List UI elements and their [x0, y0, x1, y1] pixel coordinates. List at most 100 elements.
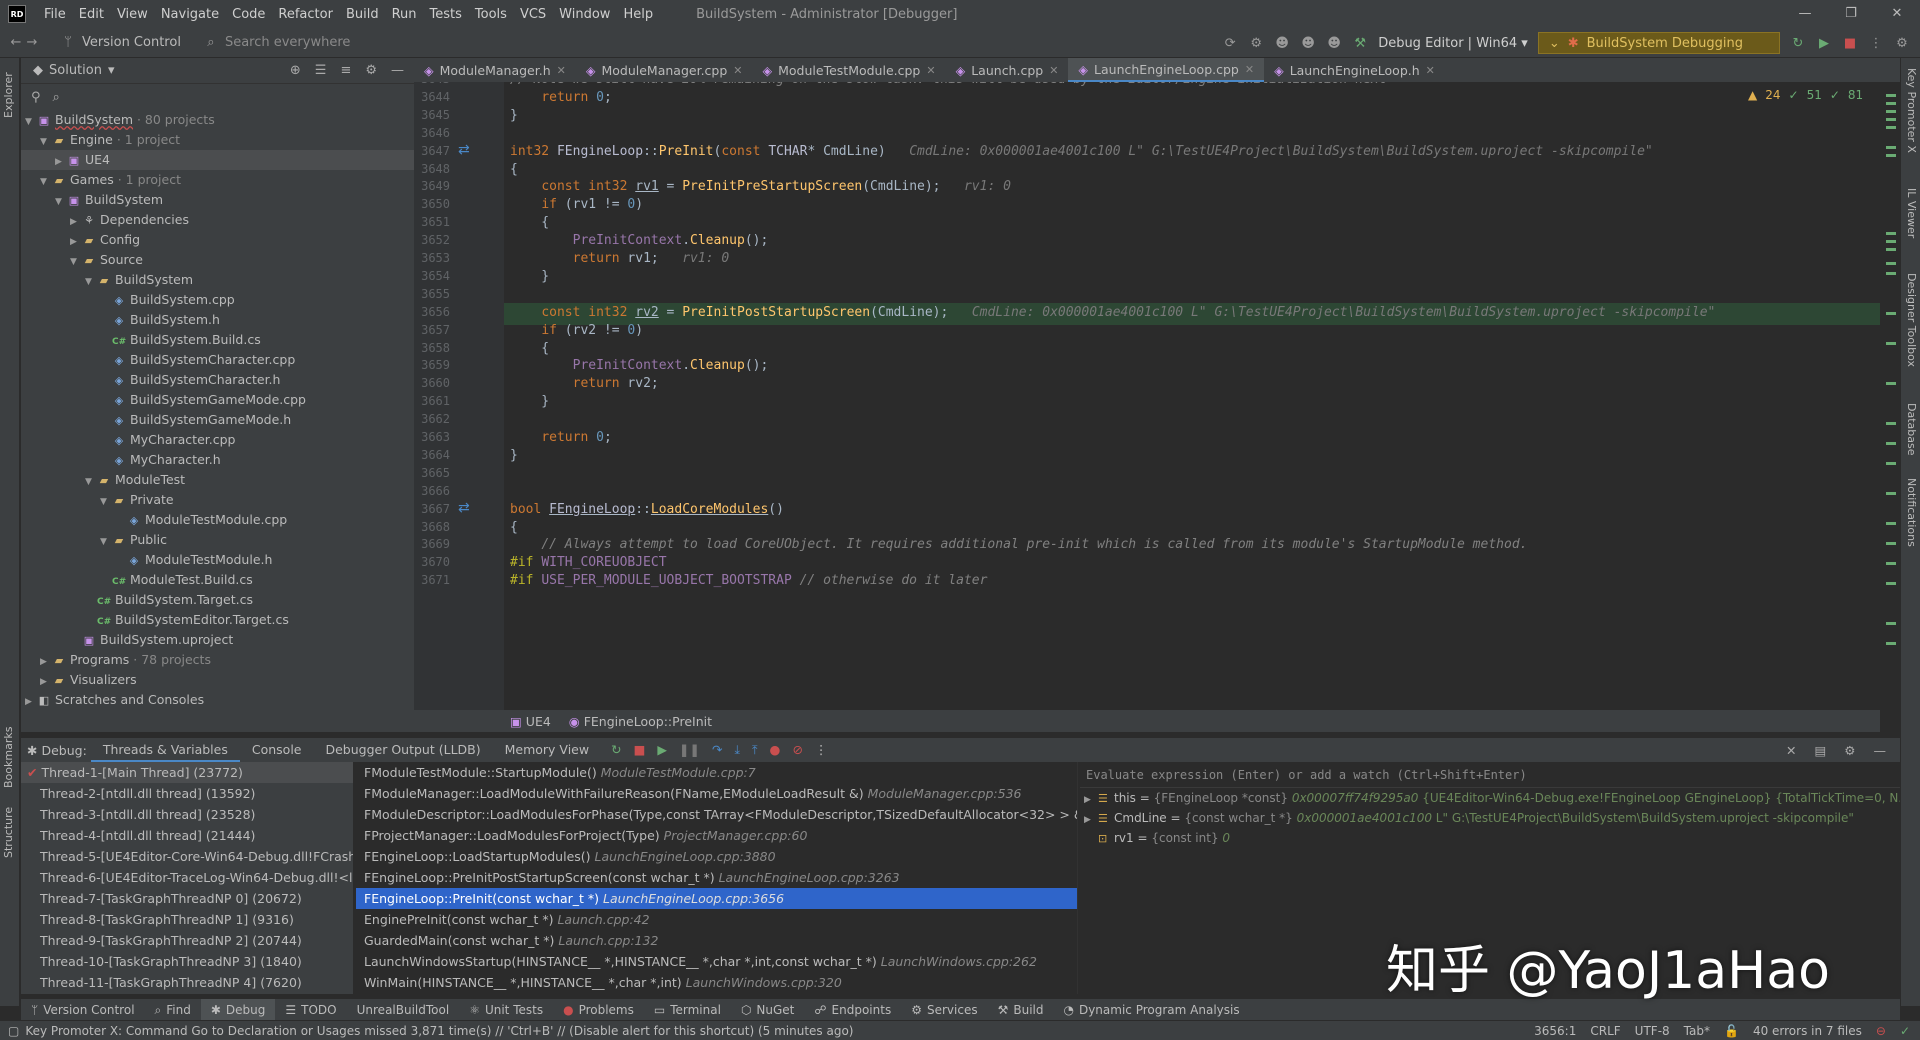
caret-position[interactable]: 3656:1: [1534, 1024, 1576, 1038]
tree-item[interactable]: ▶ ▰ Programs · 78 projects: [21, 650, 414, 670]
code-line[interactable]: return rv1; rv1: 0: [510, 251, 730, 266]
stack-frame[interactable]: FEngineLoop::PreInitPostStartupScreen(co…: [356, 867, 1077, 888]
stripe-marker[interactable]: [1886, 146, 1896, 149]
code-line[interactable]: {: [510, 215, 549, 230]
rerun-icon[interactable]: ↻: [1790, 35, 1806, 51]
code-line[interactable]: // Note we still have 20% remaining on t…: [510, 82, 1387, 87]
line-number[interactable]: 3656: [414, 305, 450, 319]
resume-icon[interactable]: ▶: [657, 742, 667, 758]
tree-item[interactable]: ▶ ◧ Scratches and Consoles: [21, 690, 414, 710]
line-number[interactable]: 3648: [414, 162, 450, 176]
chevron-down-icon[interactable]: ▼: [85, 272, 97, 292]
chevron-down-icon[interactable]: ▼: [70, 252, 82, 272]
chevron-down-icon[interactable]: ▾: [108, 63, 115, 78]
close-tab-icon[interactable]: ✕: [557, 64, 566, 77]
robot-icon[interactable]: ☻: [1274, 35, 1290, 51]
tool-tab-services[interactable]: ⚙ Services: [901, 999, 987, 1021]
explorer-tool-tab[interactable]: Explorer: [2, 72, 15, 118]
editor-tab[interactable]: ◈ LaunchEngineLoop.h ✕: [1264, 58, 1445, 82]
thread-item[interactable]: Thread-6-[UE4Editor-TraceLog-Win64-Debug…: [21, 867, 353, 888]
collapse-all-icon[interactable]: ≡: [340, 63, 351, 78]
il-viewer-tool-tab[interactable]: IL Viewer: [1905, 188, 1918, 238]
code-line[interactable]: }: [510, 448, 518, 463]
error-icon[interactable]: ⊖: [1876, 1024, 1886, 1038]
search-icon[interactable]: ⌕: [53, 90, 60, 105]
version-control-widget[interactable]: ᛘ Version Control: [60, 35, 181, 51]
thread-item[interactable]: Thread-11-[TaskGraphThreadNP 4] (7620): [21, 972, 353, 993]
variable-row[interactable]: ▶ ☰ this = {FEngineLoop *const} 0x00007ff7…: [1080, 788, 1900, 808]
line-number[interactable]: 3653: [414, 251, 450, 265]
editor-tab[interactable]: ◈ ModuleManager.cpp ✕: [576, 58, 753, 82]
tree-item[interactable]: ▶ ⚘ Dependencies: [21, 210, 414, 230]
stack-frame[interactable]: GuardedMain(const wchar_t *) Launch.cpp:…: [356, 930, 1077, 951]
robot2-icon[interactable]: ☻: [1300, 35, 1316, 51]
close-tab-icon[interactable]: ✕: [1049, 64, 1058, 77]
menu-refactor[interactable]: Refactor: [278, 7, 333, 22]
chevron-right-icon[interactable]: ▶: [40, 672, 52, 692]
code-line[interactable]: const int32 rv2 = PreInitPostStartupScre…: [510, 305, 1715, 320]
tree-item[interactable]: ◈ BuildSystem.cpp: [21, 290, 414, 310]
tree-item[interactable]: ◈ BuildSystemCharacter.cpp: [21, 350, 414, 370]
stack-frame[interactable]: WinMain(HINSTANCE__ *,HINSTANCE__ *,char…: [356, 972, 1077, 993]
more-icon[interactable]: ⋮: [1868, 35, 1884, 51]
step-into-icon[interactable]: ⤓: [734, 742, 740, 758]
stripe-marker[interactable]: [1886, 94, 1896, 97]
code-line[interactable]: {: [510, 162, 518, 177]
line-number[interactable]: 3645: [414, 108, 450, 122]
code-line[interactable]: PreInitContext.Cleanup();: [510, 233, 769, 248]
status-message[interactable]: ▢ Key Promoter X: Command Go to Declarat…: [8, 1024, 853, 1038]
code-line[interactable]: // Always attempt to load CoreUObject. I…: [510, 537, 1527, 552]
tree-item[interactable]: C# BuildSystemEditor.Target.cs: [21, 610, 414, 630]
editor-tab[interactable]: ◈ ModuleTestModule.cpp ✕: [753, 58, 946, 82]
stripe-marker[interactable]: [1886, 312, 1896, 315]
line-number[interactable]: 3657: [414, 323, 450, 337]
thread-item[interactable]: Thread-3-[ntdll.dll thread] (23528): [21, 804, 353, 825]
chevron-down-icon[interactable]: ▼: [25, 112, 37, 132]
code-line[interactable]: return 0;: [510, 430, 611, 445]
thread-item[interactable]: Thread-7-[TaskGraphThreadNP 0] (20672): [21, 888, 353, 909]
variable-row[interactable]: ▶ ☰ CmdLine = {const wchar_t *} 0x000001ae…: [1080, 808, 1900, 828]
run-configuration-select[interactable]: Debug Editor | Win64 ▾: [1378, 36, 1528, 51]
code-line[interactable]: if (rv1 != 0): [510, 197, 643, 212]
tool-tab-nuget[interactable]: ⬡ NuGet: [731, 999, 804, 1021]
tree-item[interactable]: ▣ BuildSystem.uproject: [21, 630, 414, 650]
code-line[interactable]: if (rv2 != 0): [510, 323, 643, 338]
thread-item[interactable]: Thread-2-[ntdll.dll thread] (13592): [21, 783, 353, 804]
evaluate-expression-input[interactable]: Evaluate expression (Enter) or add a wat…: [1080, 762, 1900, 788]
stripe-marker[interactable]: [1886, 126, 1896, 129]
tool-tab-todo[interactable]: ☰ TODO: [275, 999, 346, 1021]
lock-icon[interactable]: 🔓: [1724, 1024, 1739, 1038]
line-number[interactable]: 3643: [414, 82, 450, 86]
close-tab-icon[interactable]: ✕: [1245, 63, 1254, 76]
tree-item[interactable]: C# BuildSystem.Build.cs: [21, 330, 414, 350]
debug-configuration-select[interactable]: ⌄ ✱ BuildSystem Debugging: [1537, 32, 1780, 54]
chevron-right-icon[interactable]: ▶: [1084, 810, 1098, 828]
close-icon[interactable]: ✕: [1786, 743, 1796, 758]
indent-setting[interactable]: Tab*: [1684, 1024, 1710, 1038]
step-out-icon[interactable]: ⤒: [752, 742, 758, 758]
stack-frame[interactable]: LaunchWindowsStartup(HINSTANCE__ *,HINST…: [356, 951, 1077, 972]
shield-icon[interactable]: ✓: [1900, 1024, 1910, 1038]
stripe-marker[interactable]: [1886, 272, 1896, 275]
thread-item[interactable]: Thread-9-[TaskGraphThreadNP 2] (20744): [21, 930, 353, 951]
stripe-marker[interactable]: [1886, 542, 1896, 545]
stack-frame[interactable]: FProjectManager::LoadModulesForProject(T…: [356, 825, 1077, 846]
inspection-widget[interactable]: ▲ 24 ✓ 51 ✓ 81: [1748, 88, 1863, 102]
tree-item[interactable]: ▼ ▣ BuildSystem · 80 projects: [21, 110, 414, 130]
stripe-marker[interactable]: [1886, 342, 1896, 345]
tool-tab-endpoints[interactable]: ☍ Endpoints: [804, 999, 901, 1021]
stop-icon[interactable]: ■: [1842, 35, 1858, 51]
settings-icon[interactable]: ⚙: [1894, 35, 1910, 51]
line-number[interactable]: 3664: [414, 448, 450, 462]
close-tab-icon[interactable]: ✕: [1426, 64, 1435, 77]
editor-tab[interactable]: ◈ ModuleManager.h ✕: [414, 58, 576, 82]
key-promoter-tool-tab[interactable]: Key Promoter X: [1905, 68, 1918, 153]
chevron-down-icon[interactable]: ▼: [100, 532, 112, 552]
menu-window[interactable]: Window: [559, 7, 610, 22]
chevron-right-icon[interactable]: ▶: [70, 212, 82, 232]
mute-breakpoints-icon[interactable]: ⊘: [792, 742, 802, 758]
debug-tab[interactable]: Memory View: [493, 738, 601, 762]
chevron-right-icon[interactable]: ▶: [55, 152, 67, 172]
more-icon[interactable]: ⋮: [815, 742, 828, 758]
forward-arrow-icon[interactable]: →: [24, 35, 40, 51]
